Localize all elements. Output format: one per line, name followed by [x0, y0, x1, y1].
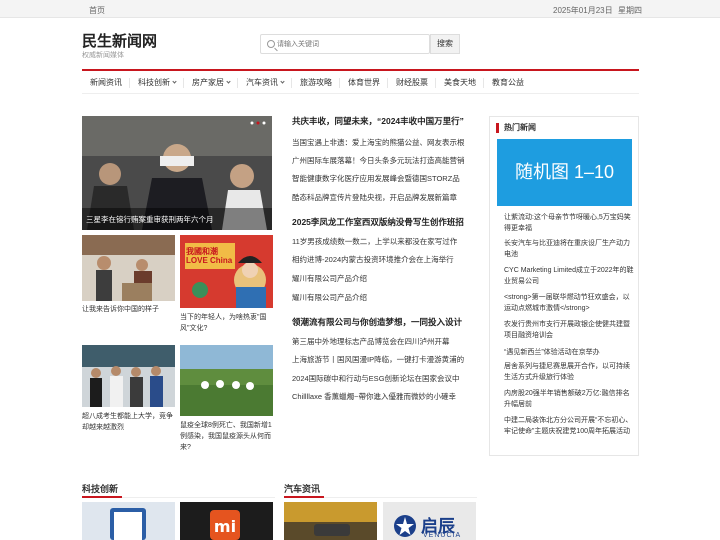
card-caption-3[interactable]: 超八成考生都能上大学，竞争却越来越激烈 [82, 411, 175, 433]
block-2-headline[interactable]: 2025李凤龙工作室西双版纳没骨写生创作班招 [292, 216, 477, 228]
weekday-text: 星期四 [618, 6, 642, 15]
hot-news-item[interactable]: 让紫流动:这个母亲节节呀暖心,5万宝妈笑得更幸福 [504, 212, 634, 234]
slider-image [82, 116, 272, 230]
nav-item-label: 科技创新 [138, 78, 170, 87]
block-3-item[interactable]: Chillllaxe 香薰蠟燭~帶你進入優雅而微妙的小確幸 [292, 391, 477, 402]
block-2-item[interactable]: 耀川有限公司产品介绍 [292, 273, 477, 284]
hot-news-item[interactable]: 内房股20强半年销售额破2万亿:融信排名升幅居前 [504, 388, 634, 410]
section-auto-title[interactable]: 汽车资讯 [284, 484, 320, 494]
section-tech-title[interactable]: 科技创新 [82, 484, 118, 494]
home-link[interactable]: 首页 [89, 5, 105, 16]
hot-news-item[interactable]: 农发行贵州市支行开展政银企使健共建暨项目融资培训会 [504, 319, 634, 341]
nav-item-4[interactable]: 旅游攻略 [292, 72, 340, 93]
search-icon [267, 40, 275, 48]
top-bar: 首页 2025年01月23日 星期四 [0, 0, 720, 18]
card-image-2-text: 我國和潮LOVE China [186, 247, 233, 265]
site-logo[interactable]: 民生新闻网 [82, 30, 157, 51]
card-caption-4[interactable]: 鼠疫全球8例死亡、我国新增1例感染，我国鼠疫源头从何而来? [180, 420, 273, 453]
block-1-item[interactable]: 智能健康数字化医疗应用发展峰会暨德国STORZ品 [292, 173, 477, 184]
block-1-item[interactable]: 广州国际车展落幕！今日头条多元玩法打造高能营销 [292, 155, 477, 166]
nav-item-label: 新闻资讯 [90, 78, 122, 87]
main-nav: 新闻资讯 科技创新 房产家居 汽车资讯 旅游攻略 体育世界 财经股票 美食天地 教育公益 [82, 72, 639, 94]
nav-item-8[interactable]: 教育公益 [484, 72, 532, 93]
nav-item-label: 财经股票 [396, 78, 428, 87]
card-image-3[interactable] [82, 345, 175, 407]
svg-text:mi: mi [214, 517, 236, 536]
nav-accent-line [82, 69, 639, 71]
card-caption-2[interactable]: 当下的年轻人，为啥热衷"国风"文化? [180, 312, 273, 334]
search-box [260, 34, 430, 54]
block-3-item[interactable]: 2024国际碳中和行动与ESG创新论坛在国家会议中 [292, 373, 477, 384]
random-image-ad[interactable]: 随机图 1–10 [497, 139, 632, 206]
nav-item-label: 美食天地 [444, 78, 476, 87]
block-3-item[interactable]: 上海旅游节丨国风国漫IP降临，一键打卡漫游黄浦的 [292, 354, 477, 365]
block-3-headline[interactable]: 领潮流有限公司与你创造梦想，一同投入设计 [292, 316, 477, 328]
block-2-item[interactable]: 相约进博-2024内蒙古投资环境推介会在上海举行 [292, 254, 477, 265]
nav-item-label: 体育世界 [348, 78, 380, 87]
date-text: 2025年01月23日 [553, 6, 613, 15]
nav-item-label: 房产家居 [192, 78, 224, 87]
chevron-down-icon [226, 79, 231, 84]
hot-news-item[interactable]: 长安汽车与比亚迪将在重庆设厂生产动力电池 [504, 238, 634, 260]
section-auto-header: 汽车资讯 [284, 482, 477, 498]
nav-item-label: 旅游攻略 [300, 78, 332, 87]
headline-slider[interactable]: 三星李在镕行贿案重审获刑两年六个月 [82, 116, 272, 230]
chevron-down-icon [172, 79, 177, 84]
search-button[interactable]: 搜索 [430, 34, 460, 54]
hot-news-item[interactable]: “遇见新西兰”体验活动在京举办 [504, 347, 634, 358]
nav-item-6[interactable]: 财经股票 [388, 72, 436, 93]
card-image-2[interactable]: 我國和潮LOVE China [180, 235, 273, 308]
card-caption-1[interactable]: 让我来告诉你中国的样子 [82, 304, 175, 315]
nav-item-label: 教育公益 [492, 78, 524, 87]
site-slogan: 权威新闻媒体 [82, 52, 124, 59]
block-2-item[interactable]: 耀川有限公司产品介绍 [292, 292, 477, 303]
nav-item-3[interactable]: 汽车资讯 [238, 72, 292, 93]
hot-news-item[interactable]: CYC Marketing Limited成立于2022年的鞋业贸易公司 [504, 265, 634, 287]
search-input[interactable] [277, 37, 427, 51]
block-1-headline[interactable]: 共庆丰收，同望未来，“2024丰收中国万里行” [292, 115, 477, 127]
block-3-item[interactable]: 第三届中外地理标志产品博览会在四川泸州开幕 [292, 336, 477, 347]
hot-news-item[interactable]: 中建二局装饰北方分公司开展“不忘初心、牢记使命”主题庆祝建党100周年拓展活动 [504, 415, 634, 437]
tech-thumb-1[interactable] [82, 502, 175, 540]
block-1-item[interactable]: 当国宝遇上非遗：爱上海宝的熊猫公益、网友表示根 [292, 137, 477, 148]
nav-item-label: 汽车资讯 [246, 78, 278, 87]
nav-item-2[interactable]: 房产家居 [184, 72, 238, 93]
nav-item-7[interactable]: 美食天地 [436, 72, 484, 93]
block-2-item[interactable]: 11岁男孩成绩数一数二，上学以来都没在家写过作 [292, 236, 477, 247]
block-1-item[interactable]: 酷态科品牌宣传片登陆央视，开启品牌发展新篇章 [292, 192, 477, 203]
section-tech-header: 科技创新 [82, 482, 275, 498]
hot-news-item[interactable]: <strong>第一届联华燃动节狂欢盛会，以运动点燃城市激情</strong> [504, 292, 634, 314]
card-image-4[interactable] [180, 345, 273, 416]
hot-news-item[interactable]: 居舍系列与捷尼赛思展开合作，以可持续生活方式升级旅行体验 [504, 361, 634, 383]
auto-thumb-1[interactable] [284, 502, 377, 540]
hot-news-title: 热门新闻 [496, 123, 536, 133]
nav-item-1[interactable]: 科技创新 [130, 72, 184, 93]
auto-thumb-2[interactable]: 启辰 VENUCIA [383, 502, 476, 540]
nav-item-0[interactable]: 新闻资讯 [82, 72, 130, 93]
slider-caption[interactable]: 三星李在镕行贿案重审获刑两年六个月 [86, 214, 214, 225]
tech-thumb-2[interactable]: mi [180, 502, 273, 540]
chevron-down-icon [280, 79, 285, 84]
nav-item-5[interactable]: 体育世界 [340, 72, 388, 93]
card-image-1[interactable] [82, 235, 175, 301]
venucia-logo-sub: VENUCIA [423, 532, 462, 539]
